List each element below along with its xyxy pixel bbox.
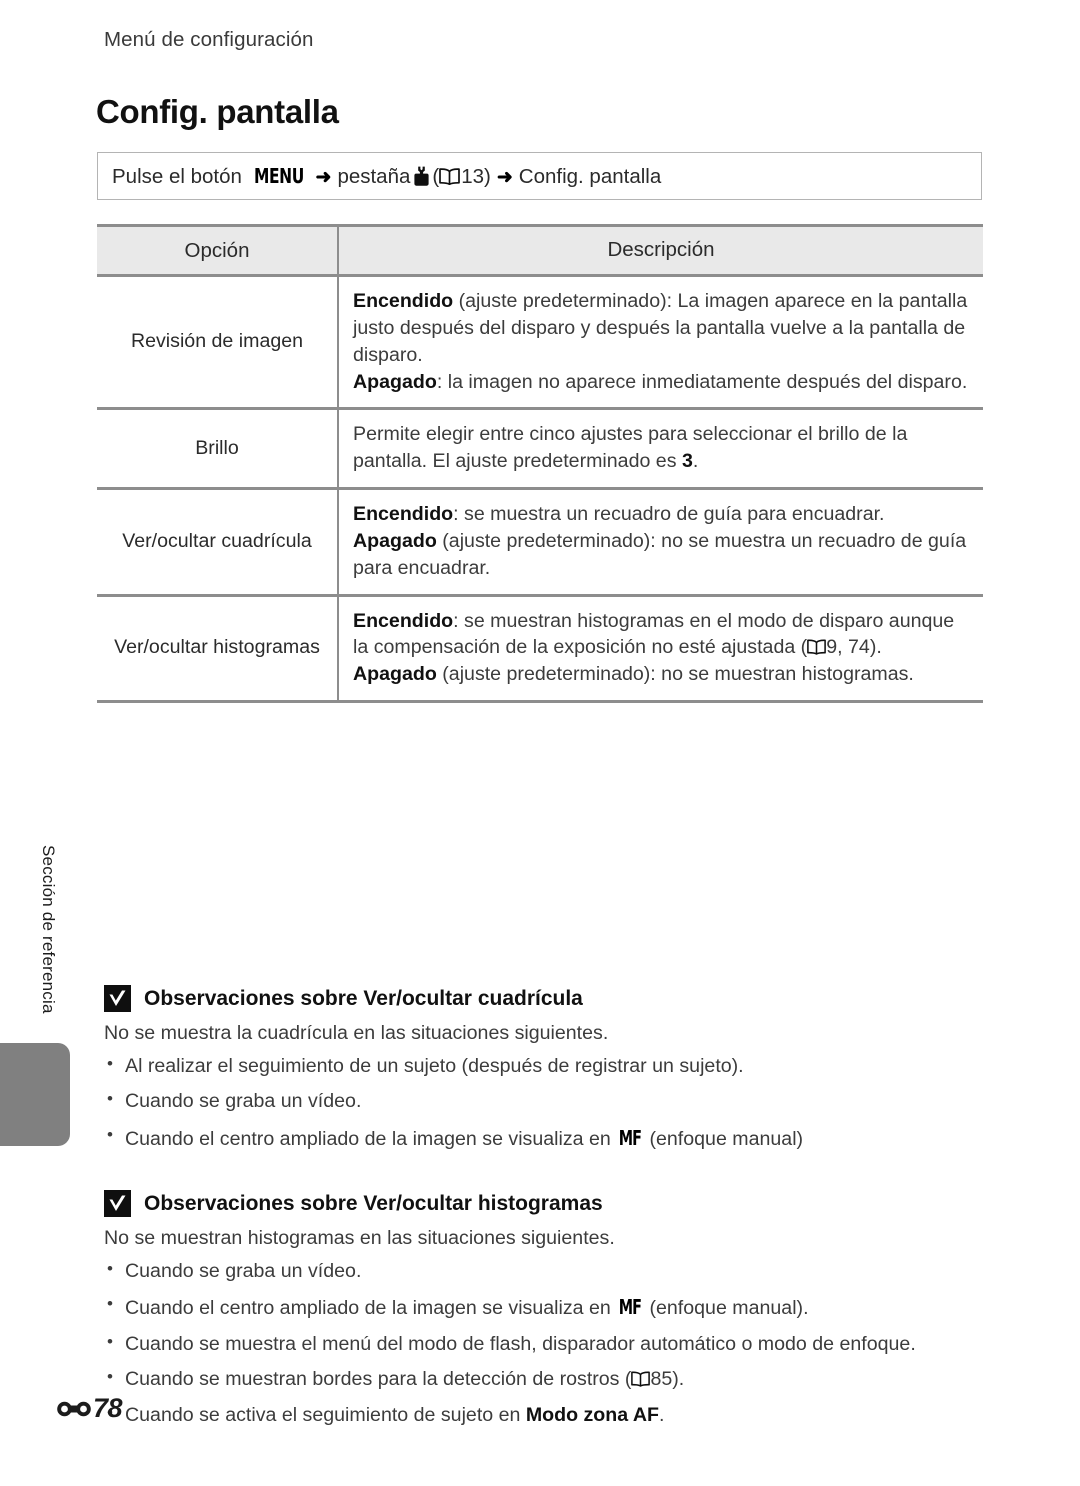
note-heading: Observaciones sobre Ver/ocultar cuadrícu… bbox=[104, 985, 984, 1012]
bullet-text-pre: Cuando se activa el seguimiento de sujet… bbox=[125, 1403, 526, 1426]
page-ref: 85 bbox=[650, 1368, 673, 1391]
note-heading: Observaciones sobre Ver/ocultar histogra… bbox=[104, 1190, 984, 1217]
option-name: Ver/ocultar histogramas bbox=[97, 595, 339, 704]
description-line: Apagado (ajuste predeterminado): no se m… bbox=[353, 661, 973, 688]
note-heading-text: Observaciones sobre Ver/ocultar cuadrícu… bbox=[144, 986, 583, 1010]
list-item: Cuando se graba un vídeo. bbox=[104, 1258, 984, 1284]
note-section-cuadricula: Observaciones sobre Ver/ocultar cuadrícu… bbox=[104, 985, 984, 1162]
list-item: Cuando se muestra el menú del modo de fl… bbox=[104, 1331, 984, 1357]
bullet-text: Al realizar el seguimiento de un sujeto … bbox=[125, 1055, 744, 1077]
description-line: Apagado (ajuste predeterminado): no se m… bbox=[353, 528, 973, 582]
arrow-icon-2: ➜ bbox=[496, 167, 513, 188]
menu-button-glyph: MENU bbox=[253, 164, 304, 188]
term-bold: Encendido bbox=[353, 609, 454, 632]
book-icon bbox=[807, 636, 827, 656]
option-description: Encendido: se muestran histogramas en el… bbox=[338, 595, 983, 704]
table-row: Revisión de imagen Encendido (ajuste pre… bbox=[97, 275, 983, 411]
list-item: Cuando se muestran bordes para la detecc… bbox=[104, 1366, 984, 1392]
header-option: Opción bbox=[97, 223, 339, 278]
option-name: Revisión de imagen bbox=[97, 275, 339, 411]
book-icon bbox=[631, 1369, 651, 1388]
term-bold: 3 bbox=[681, 450, 693, 473]
term-bold: Apagado bbox=[353, 529, 437, 552]
option-description: Encendido: se muestra un recuadro de guí… bbox=[338, 488, 983, 597]
path-destination: Config. pantalla bbox=[518, 165, 662, 188]
term-rest: : se muestra un recuadro de guía para en… bbox=[453, 503, 885, 526]
option-name: Ver/ocultar cuadrícula bbox=[97, 488, 339, 597]
bullet-text: Cuando se graba un vídeo. bbox=[125, 1090, 362, 1113]
bullet-text-post: (enfoque manual). bbox=[644, 1297, 809, 1320]
path-tab-word: pestaña bbox=[337, 165, 411, 188]
list-item: Al realizar el seguimiento de un sujeto … bbox=[104, 1053, 984, 1079]
bullet-text: Cuando se muestra el menú del modo de fl… bbox=[125, 1332, 916, 1355]
term-rest: (ajuste predeterminado): no se muestra u… bbox=[353, 529, 967, 579]
note-bullet-list: Al realizar el seguimiento de un sujeto … bbox=[104, 1053, 984, 1152]
note-bullet-list: Cuando se graba un vídeo. Cuando el cent… bbox=[104, 1258, 984, 1428]
option-description: Permite elegir entre cinco ajustes para … bbox=[338, 408, 983, 491]
term-tail: ). bbox=[869, 636, 882, 659]
list-item: Cuando se activa el seguimiento de sujet… bbox=[104, 1402, 984, 1428]
options-table: Opción Descripción Revisión de imagen En… bbox=[97, 223, 983, 704]
table-row: Ver/ocultar histogramas Encendido: se mu… bbox=[97, 595, 983, 704]
description-line: Encendido (ajuste predeterminado): La im… bbox=[353, 288, 973, 368]
term-bold: Encendido bbox=[353, 503, 454, 526]
term-bold: Encendido bbox=[353, 290, 454, 313]
list-item: Cuando se graba un vídeo. bbox=[104, 1088, 984, 1114]
note-heading-text: Observaciones sobre Ver/ocultar histogra… bbox=[144, 1191, 603, 1215]
side-tab-marker bbox=[0, 1043, 70, 1146]
list-item: Cuando el centro ampliado de la imagen s… bbox=[104, 1124, 984, 1152]
term-rest: : la imagen no aparece inmediatamente de… bbox=[436, 370, 968, 393]
bullet-text: Cuando se graba un vídeo. bbox=[125, 1260, 362, 1282]
side-tab-label: Sección de referencia bbox=[39, 845, 58, 1014]
path-open-paren: ( bbox=[432, 165, 440, 188]
description-line: Apagado: la imagen no aparece inmediatam… bbox=[353, 369, 973, 396]
note-section-histogramas: Observaciones sobre Ver/ocultar histogra… bbox=[104, 1190, 984, 1438]
description-line: Encendido: se muestra un recuadro de guí… bbox=[353, 501, 973, 528]
arrow-icon: ➜ bbox=[315, 167, 332, 188]
path-close-paren: ) bbox=[484, 165, 491, 188]
term-bold: Apagado bbox=[353, 370, 437, 393]
term-rest: Permite elegir entre cinco ajustes para … bbox=[353, 423, 908, 473]
table-row: Brillo Permite elegir entre cinco ajuste… bbox=[97, 408, 983, 491]
bullet-text-pre: Cuando el centro ampliado de la imagen s… bbox=[125, 1127, 617, 1150]
bullet-text-pre: Cuando se muestran bordes para la detecc… bbox=[125, 1368, 632, 1391]
term-bold: Apagado bbox=[353, 663, 437, 686]
path-prefix: Pulse el botón bbox=[112, 165, 242, 188]
book-icon bbox=[439, 167, 461, 186]
menu-path-text: Pulse el botón MENU ➜ pestaña ( 13 ) ➜ C… bbox=[98, 163, 661, 189]
description-line: Encendido: se muestran histogramas en el… bbox=[353, 608, 973, 662]
bullet-text-post: . bbox=[658, 1403, 665, 1426]
term-tail: . bbox=[692, 450, 699, 473]
term-rest: (ajuste predeterminado): no se muestran … bbox=[436, 663, 914, 686]
page-number: 78 bbox=[93, 1393, 123, 1423]
bullet-text-post: ). bbox=[672, 1368, 685, 1391]
list-item: Cuando el centro ampliado de la imagen s… bbox=[104, 1293, 984, 1321]
running-header: Menú de configuración bbox=[104, 28, 314, 51]
table-header-row: Opción Descripción bbox=[97, 223, 983, 278]
note-intro: No se muestran histogramas en las situac… bbox=[104, 1227, 615, 1249]
wrench-icon bbox=[414, 166, 429, 186]
bullet-text-pre: Cuando el centro ampliado de la imagen s… bbox=[125, 1297, 617, 1320]
table-row: Ver/ocultar cuadrícula Encendido: se mue… bbox=[97, 488, 983, 597]
bullet-text-bold: Modo zona AF bbox=[525, 1403, 659, 1426]
path-page-ref: 13 bbox=[461, 165, 485, 188]
bullet-text-post: (enfoque manual) bbox=[644, 1127, 804, 1150]
option-description: Encendido (ajuste predeterminado): La im… bbox=[338, 275, 983, 411]
option-name: Brillo bbox=[97, 408, 339, 491]
manual-focus-glyph: MF bbox=[619, 1295, 642, 1320]
header-description: Descripción bbox=[338, 223, 983, 278]
manual-focus-glyph: MF bbox=[619, 1125, 642, 1150]
menu-path-box: Pulse el botón MENU ➜ pestaña ( 13 ) ➜ C… bbox=[97, 152, 982, 200]
reference-section-icon bbox=[56, 1398, 92, 1420]
page-title: Config. pantalla bbox=[96, 93, 339, 130]
check-square-icon bbox=[104, 985, 131, 1012]
page-ref: 9, 74 bbox=[826, 636, 870, 659]
note-intro: No se muestra la cuadrícula en las situa… bbox=[104, 1022, 609, 1044]
check-square-icon bbox=[104, 1190, 131, 1217]
page-footer: 78 bbox=[56, 1393, 123, 1424]
